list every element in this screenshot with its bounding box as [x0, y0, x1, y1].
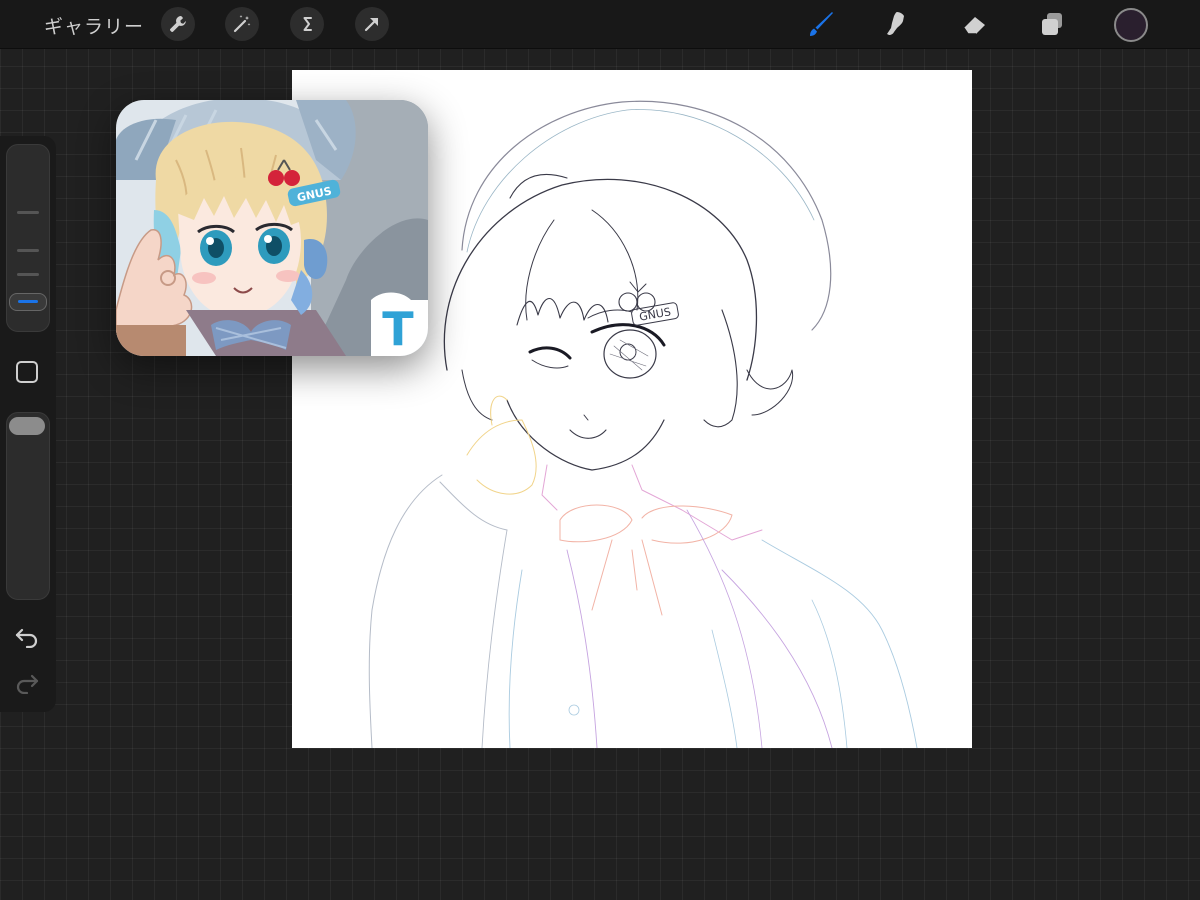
selection-s-icon[interactable] — [290, 7, 324, 41]
slider-tick — [17, 273, 39, 276]
brush-icon[interactable] — [802, 6, 838, 42]
layers-icon[interactable] — [1034, 6, 1070, 42]
opacity-slider-handle[interactable] — [9, 417, 45, 435]
smudge-icon[interactable] — [878, 6, 914, 42]
color-swatch[interactable] — [1114, 8, 1148, 42]
reference-partial-text: T — [382, 302, 414, 356]
slider-tick — [17, 211, 39, 214]
transform-arrow-icon[interactable] — [355, 7, 389, 41]
left-sidebar — [0, 136, 56, 712]
top-toolbar: ギャラリー — [0, 0, 1200, 49]
wrench-icon[interactable] — [161, 7, 195, 41]
eraser-icon[interactable] — [957, 6, 993, 42]
gallery-button[interactable]: ギャラリー — [44, 12, 144, 39]
size-indicator — [18, 300, 38, 303]
modify-button[interactable] — [16, 361, 38, 383]
redo-icon[interactable] — [14, 672, 40, 698]
size-slider-handle[interactable] — [9, 293, 47, 311]
reference-illustration: GNUS T — [116, 100, 428, 356]
slider-tick — [17, 249, 39, 252]
undo-icon[interactable] — [14, 626, 40, 652]
magic-wand-icon[interactable] — [225, 7, 259, 41]
brush-size-slider[interactable] — [6, 144, 50, 332]
reference-image[interactable]: GNUS T — [116, 100, 428, 356]
opacity-slider[interactable] — [6, 412, 50, 600]
